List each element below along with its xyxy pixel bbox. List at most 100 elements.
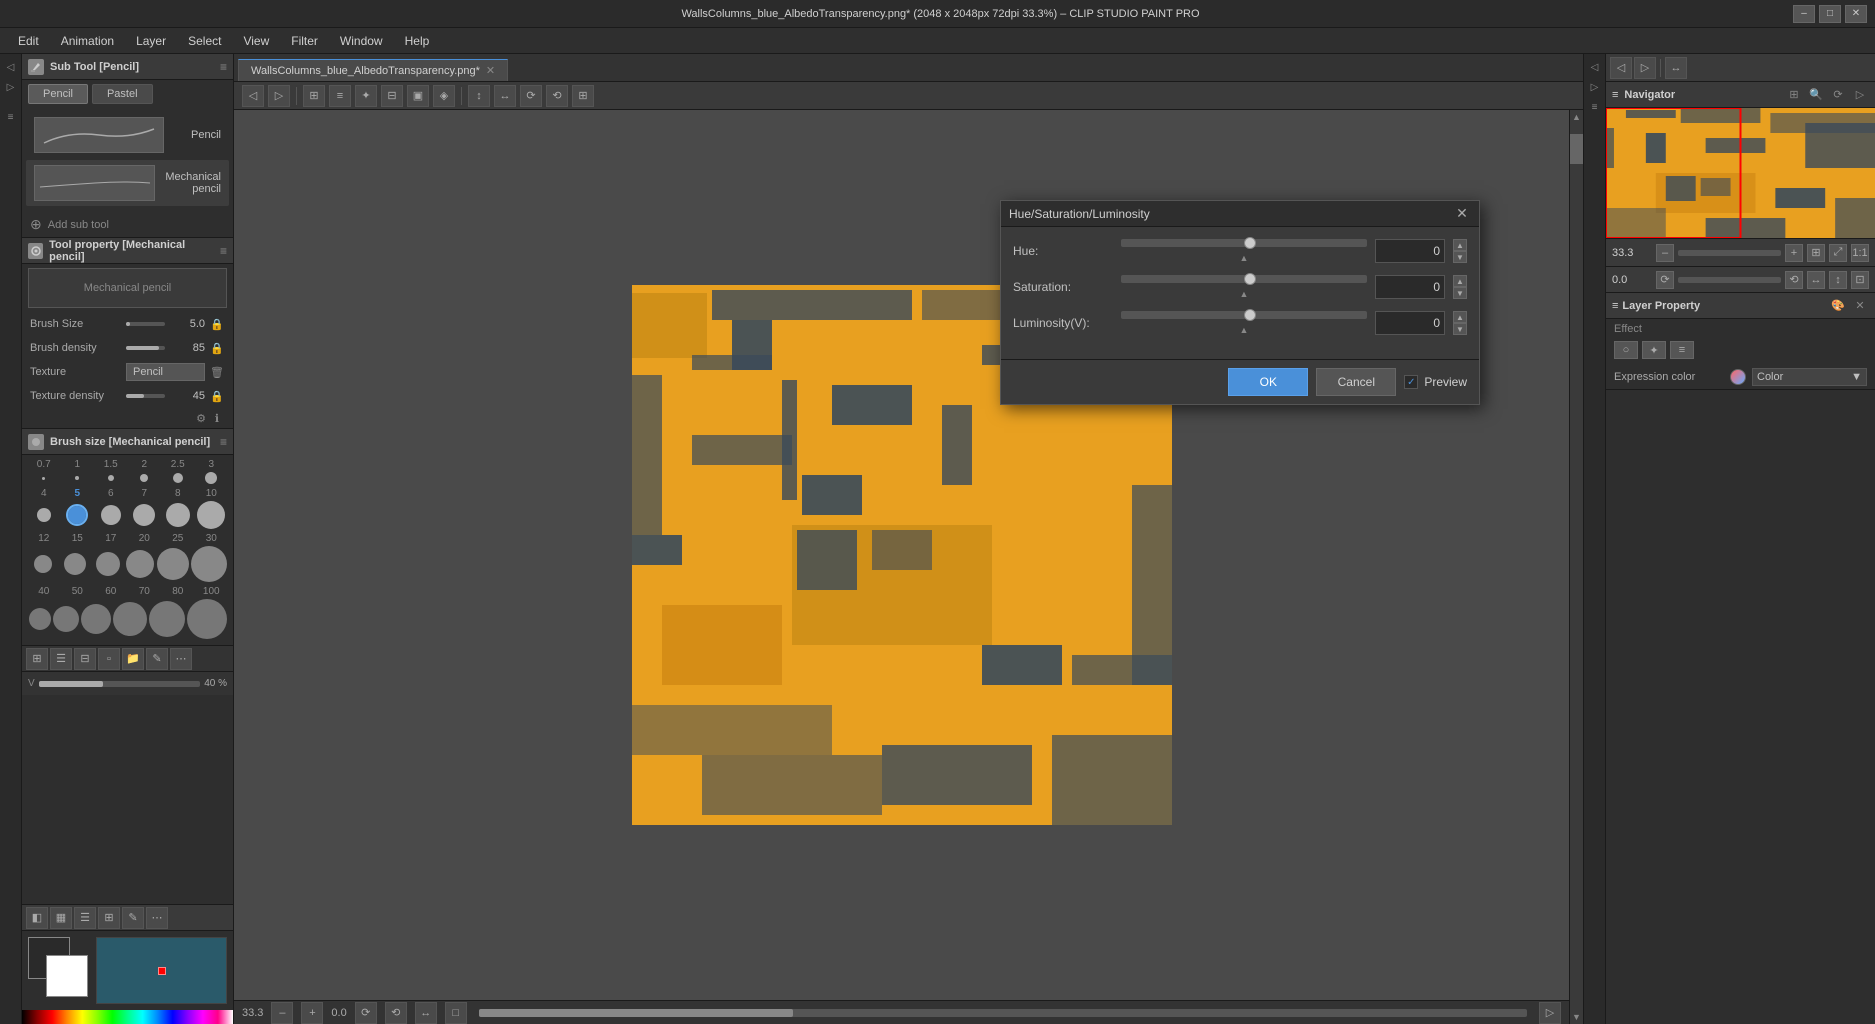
rp-btn-1[interactable]: ◁ [1610,57,1632,79]
effect-btn-3[interactable]: ≡ [1670,341,1694,359]
toolbar-btn-3[interactable]: ⊞ [303,85,325,107]
expression-color-swatch[interactable] [1730,369,1746,385]
bs-dot-80[interactable] [149,601,185,637]
brush-size-slider[interactable] [126,322,165,326]
toolbar-btn-5[interactable]: ✦ [355,85,377,107]
nav-rot-cw[interactable]: ⟳ [1656,271,1674,289]
toolbar-btn-6[interactable]: ⊟ [381,85,403,107]
texture-density-lock-icon[interactable]: 🔒 [209,388,225,404]
window-controls[interactable]: – □ ✕ [1793,5,1867,23]
effect-btn-2[interactable]: ✦ [1642,341,1666,359]
canvas-tab-main[interactable]: WallsColumns_blue_AlbedoTransparency.png… [238,59,508,81]
right-edge-1[interactable]: ◁ [1586,58,1604,76]
saturation-number[interactable]: 0 [1375,275,1445,299]
texture-delete-icon[interactable]: 🗑 [209,364,225,380]
hsl-title-bar[interactable]: Hue/Saturation/Luminosity ✕ [1001,201,1479,227]
bs-dot-25b[interactable] [157,548,189,580]
hsl-ok-button[interactable]: OK [1228,368,1308,396]
v-slider-track[interactable] [39,681,201,687]
navigator-menu-icon[interactable]: ≡ [1612,89,1618,101]
nav-zoom-minus[interactable]: – [1656,244,1674,262]
toolbar-btn-1[interactable]: ◁ [242,85,264,107]
menu-help[interactable]: Help [395,31,440,51]
bs-dot-100[interactable] [187,599,227,639]
add-sub-tool-btn[interactable]: ⊕ Add sub tool [22,212,233,237]
edge-tool-1[interactable]: ◁ [2,58,20,76]
color-icon-1[interactable]: ◧ [26,907,48,929]
toolbar-transform-1[interactable]: ↕ [468,85,490,107]
settings-icon[interactable]: ⚙ [193,410,209,426]
bs-dot-6[interactable] [95,505,127,525]
edge-tool-2[interactable]: ▷ [2,78,20,96]
luminosity-slider-track[interactable] [1121,311,1367,319]
nav-reset-rot[interactable]: ⊡ [1851,271,1869,289]
rotate-ccw-btn[interactable]: ⟲ [385,1002,407,1024]
menu-animation[interactable]: Animation [51,31,124,51]
nav-icon-3[interactable]: ⟳ [1829,86,1847,104]
right-edge-expand[interactable]: ≡ [1586,98,1604,116]
color-icon-5[interactable]: ✎ [122,907,144,929]
saturation-spin-down[interactable]: ▼ [1453,287,1467,299]
texture-density-slider[interactable] [126,394,165,398]
toolbar-transform-5[interactable]: ⊞ [572,85,594,107]
bs-dot-3[interactable] [196,472,228,484]
preview-checkbox-mark[interactable]: ✓ [1404,375,1418,389]
hsl-close-btn[interactable]: ✕ [1453,205,1471,223]
toolbar-transform-3[interactable]: ⟳ [520,85,542,107]
tool-property-menu-btn[interactable]: ≡ [220,244,227,258]
bs-folder-icon[interactable]: 📁 [122,648,144,670]
rp-btn-2[interactable]: ▷ [1634,57,1656,79]
color-icon-4[interactable]: ⊞ [98,907,120,929]
effect-btn-1[interactable]: ○ [1614,341,1638,359]
color-icon-6[interactable]: ⋯ [146,907,168,929]
nav-zoom-slider[interactable] [1678,250,1781,256]
sub-tool-item-pencil[interactable]: Pencil [26,112,229,158]
rp-expand-btn[interactable]: ↔ [1665,57,1687,79]
mode-btn[interactable]: □ [445,1002,467,1024]
sub-tool-menu-btn[interactable]: ≡ [220,60,227,74]
expression-color-dropdown[interactable]: Color ▼ [1752,368,1867,386]
menu-select[interactable]: Select [178,31,231,51]
menu-layer[interactable]: Layer [126,31,176,51]
brush-density-lock-icon[interactable]: 🔒 [209,340,225,356]
saturation-spin-up[interactable]: ▲ [1453,275,1467,287]
bs-dot-2[interactable] [129,474,161,482]
maximize-button[interactable]: □ [1819,5,1841,23]
flip-btn[interactable]: ↔ [415,1002,437,1024]
hue-number[interactable]: 0 [1375,239,1445,263]
nav-rot-slider[interactable] [1678,277,1781,283]
toolbar-btn-7[interactable]: ▣ [407,85,429,107]
color-strip[interactable] [22,1010,233,1024]
tab-pencil[interactable]: Pencil [28,84,88,104]
bg-swatch[interactable] [46,955,88,997]
bs-dot-5[interactable] [62,506,94,524]
minimize-button[interactable]: – [1793,5,1815,23]
zoom-out-btn[interactable]: – [271,1002,293,1024]
bs-dot-07[interactable] [28,477,60,480]
bs-dot-10[interactable] [196,501,228,529]
brush-size-panel-menu[interactable]: ≡ [220,435,227,449]
nav-fit-btn[interactable]: ⊞ [1807,244,1825,262]
scroll-end-btn[interactable]: ▷ [1539,1002,1561,1024]
bs-dot-15b[interactable] [60,553,90,575]
zoom-in-btn[interactable]: + [301,1002,323,1024]
tab-close-btn[interactable]: ✕ [486,64,495,77]
bs-pencil-icon[interactable]: ✎ [146,648,168,670]
nav-zoom-100[interactable]: 1:1 [1851,244,1869,262]
hsl-preview-checkbox[interactable]: ✓ Preview [1404,375,1467,389]
toolbar-btn-8[interactable]: ◈ [433,85,455,107]
brush-density-slider[interactable] [126,346,165,350]
luminosity-spin-up[interactable]: ▲ [1453,311,1467,323]
canvas-horizontal-scrollbar[interactable] [479,1009,1527,1017]
nav-icon-2[interactable]: 🔍 [1807,86,1825,104]
right-edge-2[interactable]: ▷ [1586,78,1604,96]
color-icon-3[interactable]: ☰ [74,907,96,929]
luminosity-spin-down[interactable]: ▼ [1453,323,1467,335]
lp-icon-1[interactable]: 🎨 [1829,297,1847,315]
toolbar-transform-4[interactable]: ⟲ [546,85,568,107]
bs-dot-8[interactable] [162,503,194,527]
nav-icon-1[interactable]: ⊞ [1785,86,1803,104]
hue-slider-track[interactable] [1121,239,1367,247]
bs-dot-20[interactable] [125,550,155,578]
menu-edit[interactable]: Edit [8,31,49,51]
